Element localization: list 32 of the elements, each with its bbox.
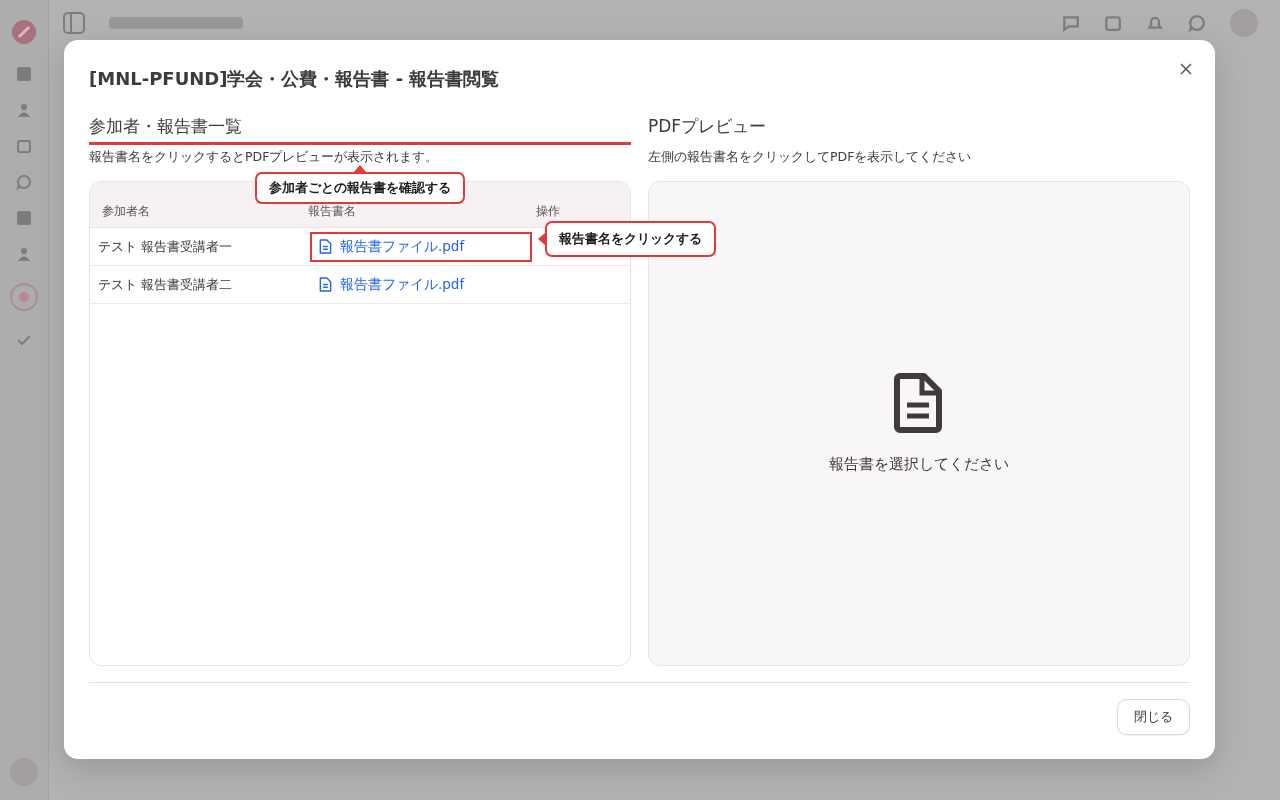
ring-icon[interactable] xyxy=(9,282,39,312)
section-hint: 報告書名をクリックするとPDFプレビューが表示されます。 xyxy=(89,149,439,165)
close-button[interactable]: 閉じる xyxy=(1117,699,1190,735)
grid-icon[interactable] xyxy=(16,210,32,226)
grid-icon[interactable] xyxy=(16,66,32,82)
bell-icon[interactable] xyxy=(1146,14,1164,32)
column-header: 操作 xyxy=(536,203,561,220)
callout: 参加者ごとの報告書を確認する xyxy=(255,172,465,204)
person-icon[interactable] xyxy=(16,102,32,118)
callout: 報告書名をクリックする xyxy=(545,221,716,257)
person-icon[interactable] xyxy=(16,246,32,262)
column-header: 報告書名 xyxy=(308,203,357,220)
panel-icon[interactable] xyxy=(63,12,85,34)
participant-cell-text: テスト 報告書受講者二 xyxy=(97,275,234,294)
chat-icon[interactable] xyxy=(1188,14,1206,32)
close-icon[interactable] xyxy=(1180,63,1192,75)
participant-cell-text: テスト 報告書受講者一 xyxy=(97,237,234,256)
section-heading: 参加者・報告書一覧 xyxy=(89,114,631,145)
report-file-link[interactable]: 報告書ファイル.pdf xyxy=(310,269,532,300)
column-header: 参加者名 xyxy=(101,203,151,220)
section-heading: PDFプレビュー xyxy=(648,115,768,138)
chat-icon[interactable] xyxy=(1062,14,1080,32)
empty-message: 報告書を選択してください xyxy=(829,455,1009,474)
check-icon[interactable] xyxy=(16,332,32,348)
dialog-title: [MNL-PFUND]学会・公費・報告書 - 報告書閲覧 xyxy=(89,67,501,91)
chat-icon[interactable] xyxy=(16,174,32,190)
section-hint: 左側の報告書名をクリックしてPDFを表示してください xyxy=(648,149,972,165)
file-icon xyxy=(318,277,332,292)
file-icon xyxy=(318,239,332,254)
report-file-link[interactable]: 報告書ファイル.pdf xyxy=(310,231,532,262)
logo-icon xyxy=(10,18,38,46)
document-icon xyxy=(894,373,944,433)
